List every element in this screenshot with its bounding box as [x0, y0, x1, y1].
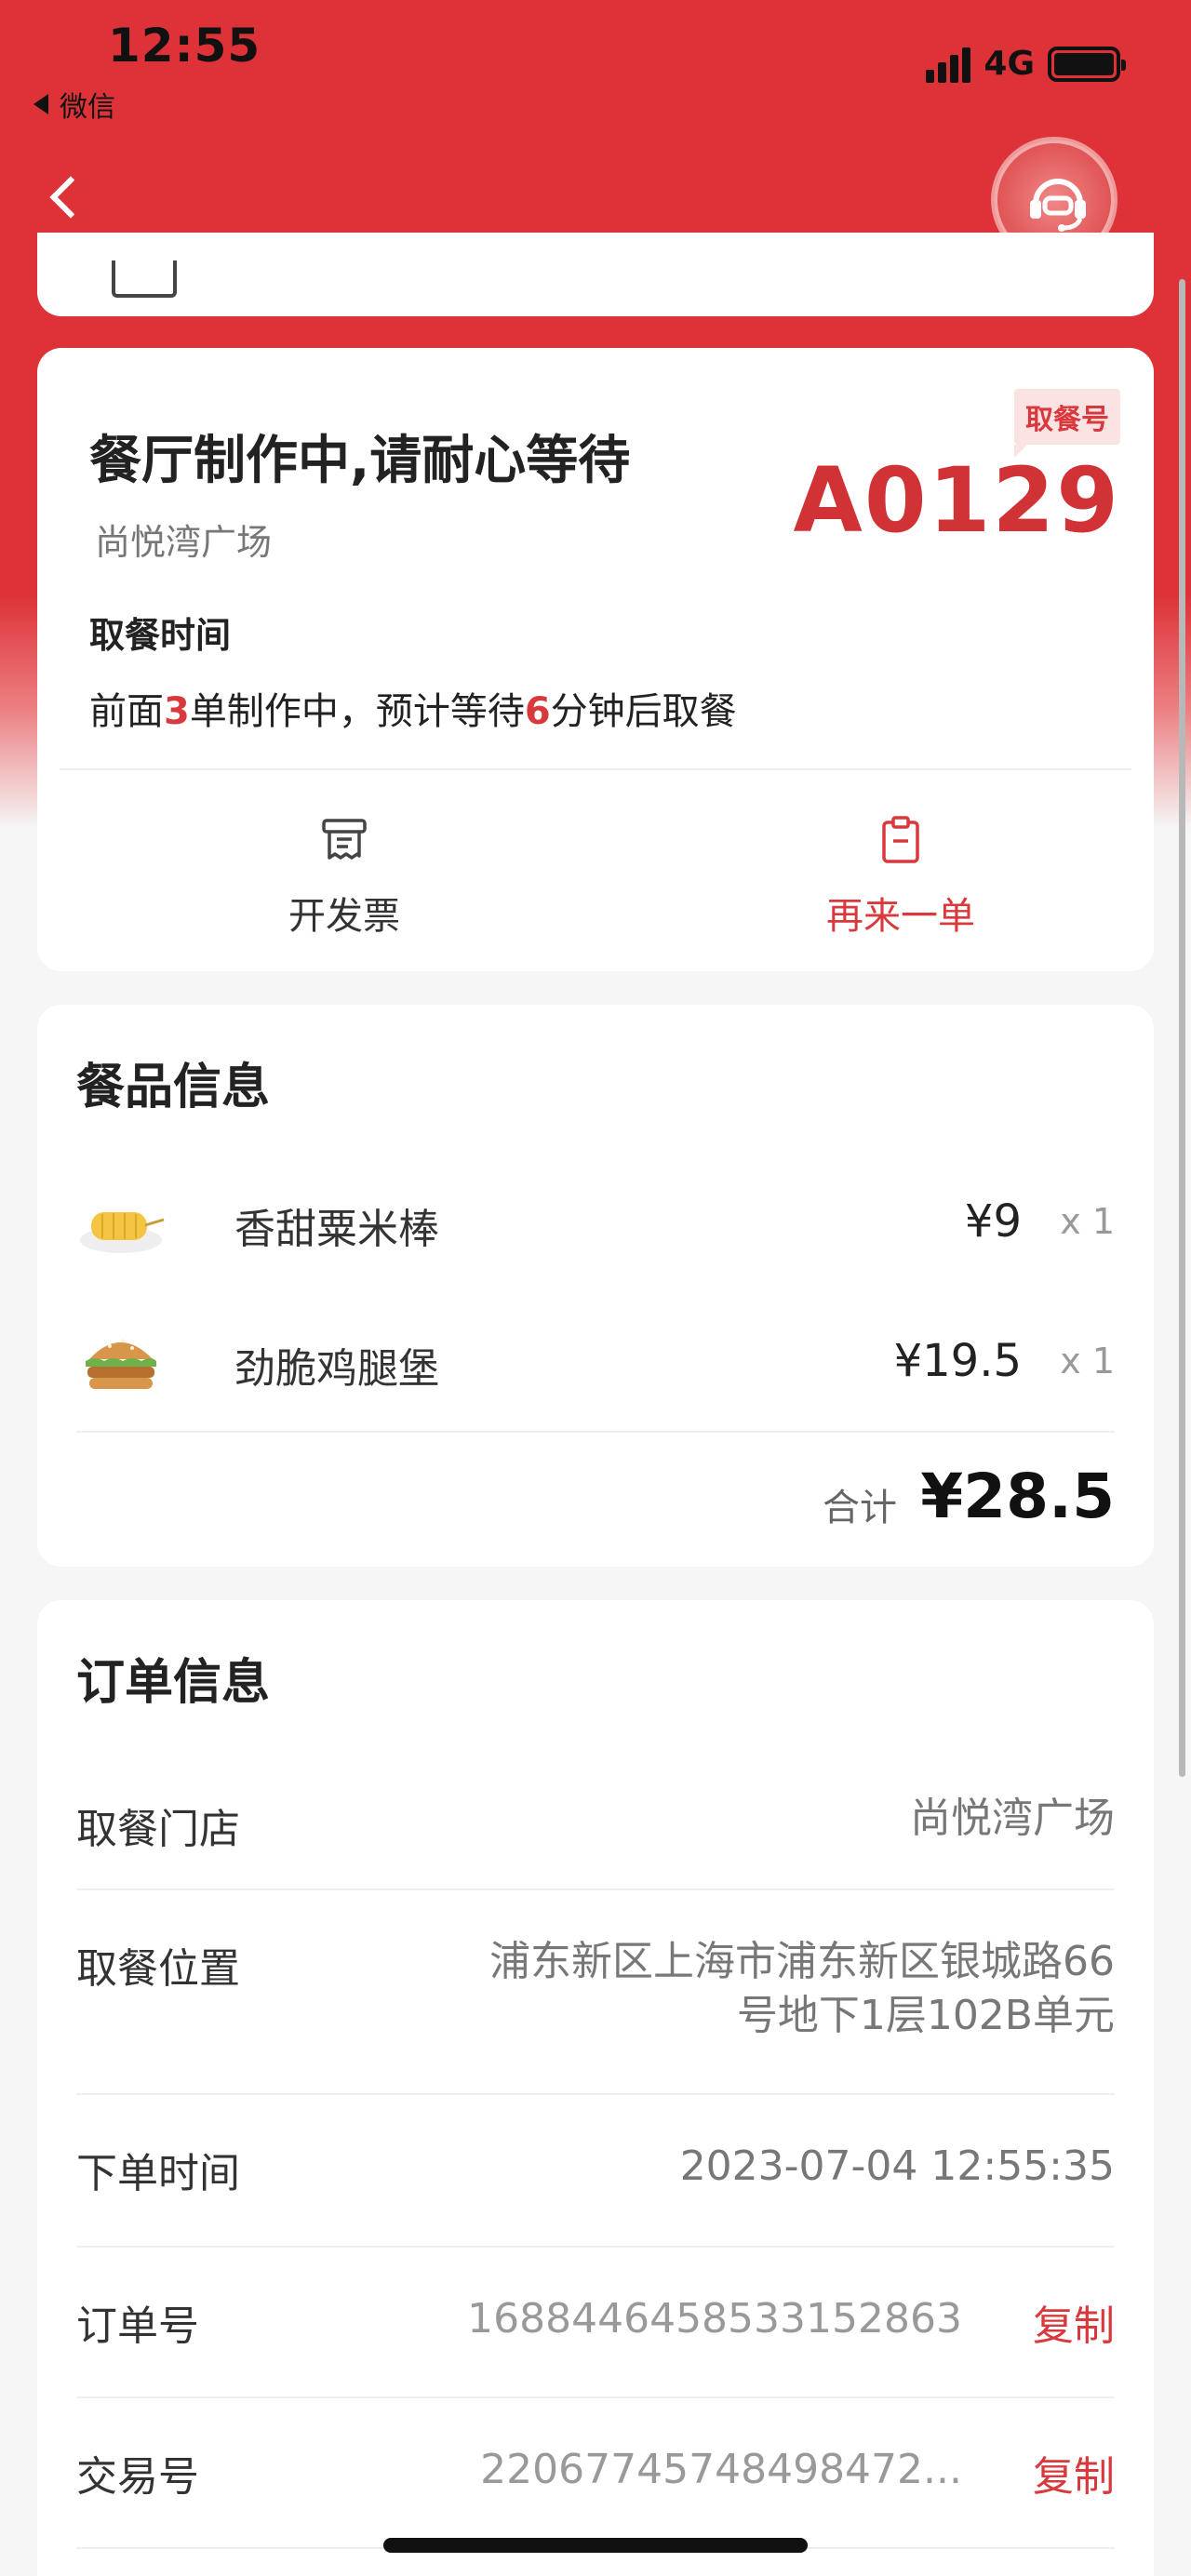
order-time-label: 下单时间	[76, 2150, 240, 2197]
food-item: 劲脆鸡腿堡 ¥19.5 x 1	[76, 1307, 1115, 1419]
order-info-card: 订单信息 取餐门店 尚悦湾广场 取餐位置 浦东新区上海市浦东新区银城路66 号地…	[37, 1600, 1154, 2576]
pickup-number: A0129	[793, 448, 1120, 553]
scrollbar[interactable]	[1179, 279, 1185, 1777]
home-indicator	[383, 2538, 808, 2553]
food-qty: x 1	[1060, 1201, 1115, 1242]
copy-transaction-button[interactable]: 复制	[1033, 2443, 1115, 2503]
divider	[76, 2396, 1115, 2398]
location-label: 取餐位置	[76, 1945, 240, 1993]
pickup-tag: 取餐号	[1014, 389, 1120, 458]
status-bar: 12:55 微信 4G	[0, 0, 1191, 130]
divider	[60, 768, 1131, 770]
card-icon-partial	[112, 260, 177, 298]
total-label: 合计	[823, 1487, 897, 1529]
order-section-title: 订单信息	[76, 1655, 271, 1711]
network-label: 4G	[984, 45, 1035, 83]
back-button[interactable]	[45, 167, 86, 223]
transaction-value: 22067745748498472...	[480, 2446, 962, 2493]
food-item: 香甜粟米棒 ¥9 x 1	[76, 1168, 1115, 1279]
food-price: ¥19.5	[893, 1335, 1022, 1387]
store-value: 尚悦湾广场	[910, 1795, 1115, 1842]
food-name: 香甜粟米棒	[234, 1206, 439, 1253]
copy-order-number-button[interactable]: 复制	[1033, 2292, 1115, 2352]
back-app-label: 微信	[60, 91, 115, 124]
order-number-label: 订单号	[76, 2302, 199, 2350]
invoice-label: 开发票	[288, 895, 400, 938]
reorder-label: 再来一单	[826, 895, 975, 938]
status-title: 餐厅制作中,请耐心等待	[89, 431, 631, 491]
back-to-wechat[interactable]: 微信	[33, 84, 115, 125]
receipt-icon	[322, 819, 367, 860]
order-number-value: 1688446458533152863	[467, 2295, 962, 2342]
signal-icon	[926, 46, 971, 83]
store-name: 尚悦湾广场	[95, 522, 273, 563]
clipboard-icon	[882, 816, 919, 863]
food-info-card: 餐品信息 香甜粟米棒 ¥9 x 1 劲脆鸡腿堡 ¥19.5 x 1 合计 ¥28…	[37, 1005, 1154, 1567]
food-section-title: 餐品信息	[76, 1060, 271, 1115]
food-qty: x 1	[1060, 1341, 1115, 1381]
total-amount: ¥28.5	[920, 1461, 1115, 1532]
burger-icon	[86, 1339, 156, 1389]
status-time: 12:55	[108, 19, 261, 73]
divider	[76, 1889, 1115, 1890]
food-price: ¥9	[964, 1195, 1022, 1248]
orders-ahead: 3	[164, 690, 190, 733]
divider	[76, 2246, 1115, 2248]
food-name: 劲脆鸡腿堡	[234, 1345, 439, 1393]
order-status-card: 餐厅制作中,请耐心等待 尚悦湾广场 取餐号 A0129 取餐时间 前面3单制作中…	[37, 348, 1154, 971]
order-time-value: 2023-07-04 12:55:35	[679, 2142, 1115, 2190]
back-triangle-icon	[33, 94, 48, 114]
pickup-time-label: 取餐时间	[89, 615, 232, 656]
previous-card	[37, 233, 1154, 316]
store-label: 取餐门店	[76, 1806, 240, 1853]
divider	[76, 1431, 1115, 1433]
invoice-button[interactable]: 开发票	[205, 813, 484, 953]
transaction-label: 交易号	[76, 2453, 199, 2501]
wait-minutes: 6	[524, 690, 551, 733]
headset-icon	[1030, 179, 1086, 232]
reorder-button[interactable]: 再来一单	[761, 813, 1040, 953]
divider	[76, 2093, 1115, 2095]
queue-status: 前面3单制作中，预计等待6分钟后取餐	[89, 690, 737, 733]
status-indicators: 4G	[926, 45, 1126, 83]
corn-icon	[80, 1212, 165, 1253]
location-value: 浦东新区上海市浦东新区银城路66 号地下1层102B单元	[489, 1938, 1115, 2039]
battery-icon	[1048, 46, 1126, 82]
